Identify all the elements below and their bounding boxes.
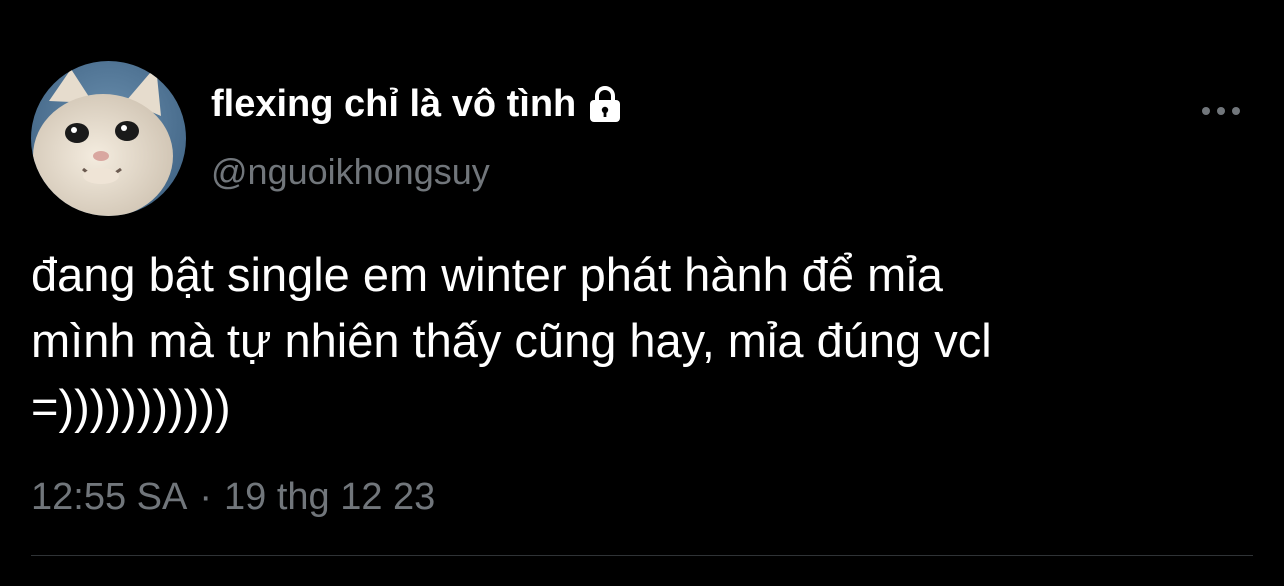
avatar[interactable] xyxy=(31,61,186,216)
tweet-text-line: đang bật single em winter phát hành để m… xyxy=(31,248,943,301)
tweet-text: đang bật single em winter phát hành để m… xyxy=(31,242,1231,440)
author-handle[interactable]: @nguoikhongsuy xyxy=(211,150,490,194)
tweet-time[interactable]: 12:55 SA xyxy=(31,474,187,520)
tweet-date[interactable]: 19 thg 12 23 xyxy=(224,474,435,520)
cat-avatar-image xyxy=(31,61,186,216)
lock-icon xyxy=(584,83,626,125)
more-horizontal-icon[interactable] xyxy=(1196,96,1246,126)
display-name-text: flexing chỉ là vô tình xyxy=(211,83,577,125)
timestamp-separator: · xyxy=(199,476,212,518)
tweet-text-line: =))))))))))) xyxy=(31,380,231,433)
divider xyxy=(31,555,1253,556)
author-display-name[interactable]: flexing chỉ là vô tình xyxy=(211,80,626,128)
tweet-timestamp: 12:55 SA · 19 thg 12 23 xyxy=(31,474,435,520)
tweet-text-line: mình mà tự nhiên thấy cũng hay, mỉa đúng… xyxy=(31,314,992,367)
